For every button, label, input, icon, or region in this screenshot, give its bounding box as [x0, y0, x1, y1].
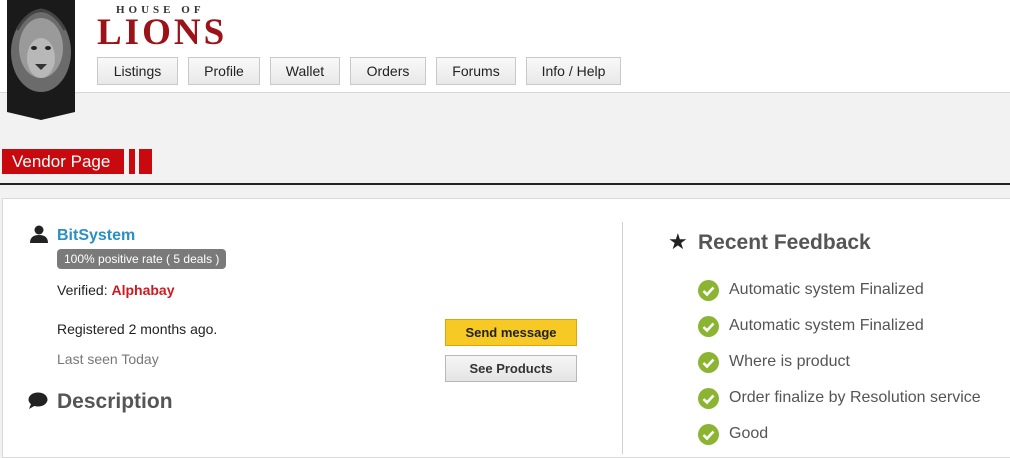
check-circle-icon — [698, 388, 719, 409]
registered-text: Registered 2 months ago. — [57, 321, 218, 337]
send-message-button[interactable]: Send message — [445, 319, 577, 346]
recent-feedback-heading: Recent Feedback — [698, 231, 871, 254]
nav-listings[interactable]: Listings — [97, 57, 178, 85]
comment-icon — [28, 392, 48, 409]
feedback-text: Automatic system Finalized — [729, 281, 924, 298]
user-icon — [30, 225, 48, 243]
see-products-button[interactable]: See Products — [445, 355, 577, 382]
nav-info-help[interactable]: Info / Help — [526, 57, 621, 85]
feedback-text: Good — [729, 425, 769, 442]
vendor-name-link[interactable]: BitSystem — [57, 227, 135, 245]
tab-accent-bar — [129, 149, 135, 174]
check-circle-icon — [698, 352, 719, 373]
last-seen-text: Last seen Today — [57, 351, 159, 367]
feedback-text: Where is product — [729, 353, 850, 370]
feedback-text: Order finalize by Resolution service — [729, 389, 981, 406]
nav-wallet[interactable]: Wallet — [270, 57, 340, 85]
nav-orders[interactable]: Orders — [350, 57, 426, 85]
description-heading: Description — [57, 390, 173, 413]
verified-info: Verified: Alphabay — [57, 282, 175, 298]
rating-badge: 100% positive rate ( 5 deals ) — [57, 249, 227, 269]
feedback-text: Automatic system Finalized — [729, 317, 924, 334]
star-icon: ★ — [668, 229, 688, 254]
nav-profile[interactable]: Profile — [188, 57, 260, 85]
lion-logo-icon[interactable] — [7, 0, 75, 120]
check-circle-icon — [698, 424, 719, 445]
page-title-tab: Vendor Page — [2, 149, 124, 174]
tab-accent-bar — [139, 149, 152, 174]
verified-label: Verified: — [57, 282, 108, 298]
column-divider — [622, 222, 623, 454]
divider-rule — [0, 183, 1010, 185]
check-circle-icon — [698, 316, 719, 337]
nav-forums[interactable]: Forums — [436, 57, 516, 85]
check-circle-icon — [698, 280, 719, 301]
verified-value: Alphabay — [111, 282, 175, 298]
brand-title: LIONS — [97, 12, 228, 53]
